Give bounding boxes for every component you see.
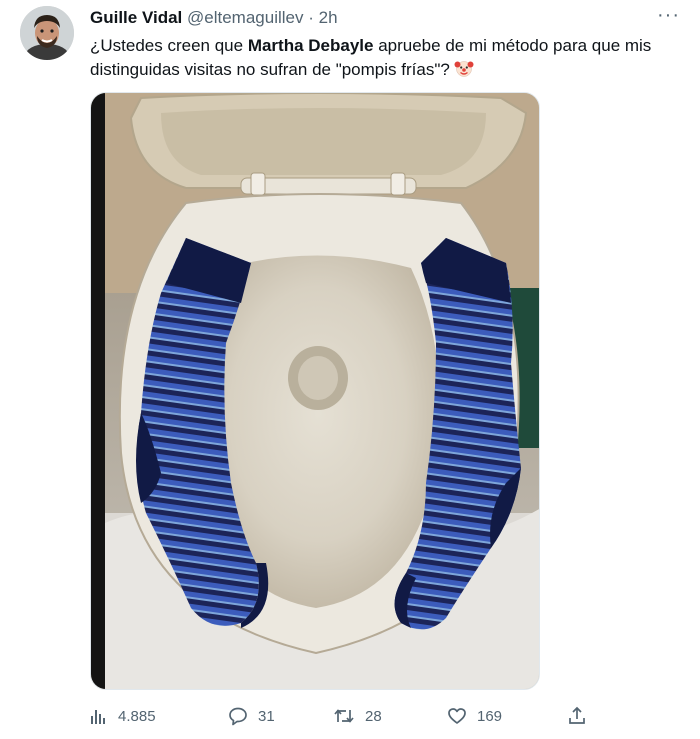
analytics-icon bbox=[90, 707, 108, 725]
tweet-photo[interactable] bbox=[90, 92, 540, 690]
reply-icon bbox=[228, 706, 248, 726]
retweet-icon bbox=[333, 706, 355, 726]
like-button[interactable]: 169 bbox=[447, 703, 502, 729]
tweet-mention: Martha Debayle bbox=[247, 36, 374, 55]
tweet[interactable]: Guille Vidal @eltemaguillev · 2h ··· ¿Us… bbox=[0, 0, 700, 739]
share-icon bbox=[568, 706, 586, 726]
reply-count: 31 bbox=[258, 707, 275, 725]
share-button[interactable] bbox=[568, 703, 586, 729]
author-name[interactable]: Guille Vidal bbox=[90, 8, 182, 27]
clown-face-icon bbox=[454, 58, 474, 85]
retweet-button[interactable]: 28 bbox=[333, 703, 382, 729]
author-handle[interactable]: @eltemaguillev bbox=[187, 8, 303, 27]
views-button[interactable]: 4.885 bbox=[90, 703, 156, 729]
views-count: 4.885 bbox=[118, 707, 156, 725]
retweet-count: 28 bbox=[365, 707, 382, 725]
tweet-header: Guille Vidal @eltemaguillev · 2h bbox=[90, 7, 338, 29]
timestamp[interactable]: 2h bbox=[319, 8, 338, 27]
reply-button[interactable]: 31 bbox=[228, 703, 275, 729]
tweet-actions: 4.885 31 28 169 bbox=[90, 703, 590, 729]
more-options-button[interactable]: ··· bbox=[657, 4, 680, 27]
like-count: 169 bbox=[477, 707, 503, 725]
tweet-text: ¿Ustedes creen que Martha Debayle aprueb… bbox=[90, 34, 680, 85]
heart-icon bbox=[447, 706, 467, 726]
avatar[interactable] bbox=[20, 6, 74, 60]
tweet-text-part: ¿Ustedes creen que bbox=[90, 36, 248, 55]
separator-dot: · bbox=[308, 8, 314, 27]
